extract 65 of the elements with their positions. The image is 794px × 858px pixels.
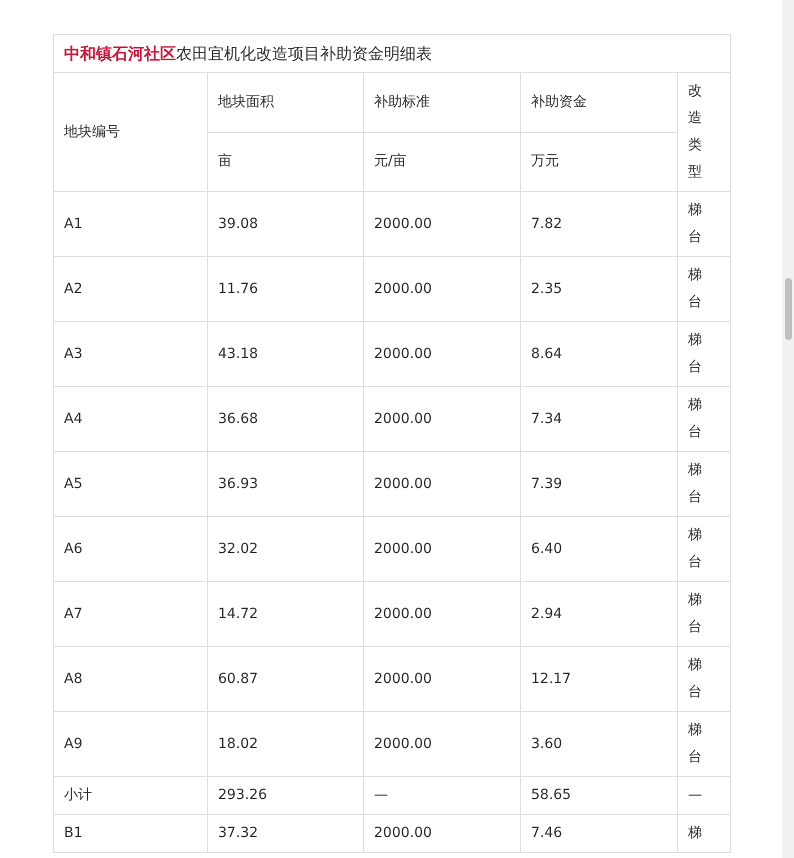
table-cell: 2000.00: [364, 582, 520, 646]
table-cell: A5: [54, 452, 208, 516]
table-cell: 梯台: [678, 516, 731, 582]
table-cell: 梯台: [678, 452, 731, 516]
table-cell: 7.34: [520, 386, 678, 452]
table-cell: 37.32: [208, 814, 364, 852]
table-cell: 2000.00: [364, 256, 520, 322]
column-header: 补助资金: [520, 72, 678, 132]
table-cell: 6.40: [520, 516, 678, 582]
table-cell: 60.87: [208, 646, 364, 712]
table-cell: A3: [54, 322, 208, 386]
table-cell: 梯台: [678, 582, 731, 646]
table-cell: A9: [54, 712, 208, 776]
table-cell: 梯: [678, 814, 731, 852]
table-cell: 7.46: [520, 814, 678, 852]
table-cell: 2000.00: [364, 192, 520, 256]
table-cell: B1: [54, 814, 208, 852]
column-header: 改造类型: [678, 72, 731, 192]
scrollbar-thumb[interactable]: [785, 278, 792, 340]
table-cell: 2000.00: [364, 452, 520, 516]
table-cell: A1: [54, 192, 208, 256]
table-cell: 梯台: [678, 646, 731, 712]
table-cell: 梯台: [678, 322, 731, 386]
table-cell: 7.39: [520, 452, 678, 516]
table-cell: 2000.00: [364, 646, 520, 712]
table-cell: 梯台: [678, 256, 731, 322]
table-cell: 11.76: [208, 256, 364, 322]
table-cell: A4: [54, 386, 208, 452]
table-cell: 梯台: [678, 386, 731, 452]
table-cell: 2000.00: [364, 386, 520, 452]
table-cell: 18.02: [208, 712, 364, 776]
table-cell: 36.93: [208, 452, 364, 516]
table-cell: 39.08: [208, 192, 364, 256]
table-cell: A8: [54, 646, 208, 712]
table-cell: —: [364, 776, 520, 814]
table-cell: 3.60: [520, 712, 678, 776]
table-cell: 8.64: [520, 322, 678, 386]
table-cell: 梯台: [678, 712, 731, 776]
table-cell: 梯台: [678, 192, 731, 256]
table-cell: 2000.00: [364, 516, 520, 582]
column-header: 补助标准: [364, 72, 520, 132]
table-cell: 2.94: [520, 582, 678, 646]
scrollbar[interactable]: [782, 0, 794, 858]
table-cell: A6: [54, 516, 208, 582]
column-header: 地块面积: [208, 72, 364, 132]
table-cell: 12.17: [520, 646, 678, 712]
unit-header: 元/亩: [364, 132, 520, 192]
table-cell: 7.82: [520, 192, 678, 256]
table-title: 中和镇石河社区农田宜机化改造项目补助资金明细表: [54, 34, 731, 72]
table-cell: 2.35: [520, 256, 678, 322]
table-cell: 36.68: [208, 386, 364, 452]
table-cell: 43.18: [208, 322, 364, 386]
table-cell: 58.65: [520, 776, 678, 814]
unit-header: 亩: [208, 132, 364, 192]
table-cell: 293.26: [208, 776, 364, 814]
table-cell: A2: [54, 256, 208, 322]
table-cell: A7: [54, 582, 208, 646]
table-cell: 2000.00: [364, 712, 520, 776]
table-cell: 32.02: [208, 516, 364, 582]
table-cell: 2000.00: [364, 814, 520, 852]
column-header: 地块编号: [54, 72, 208, 192]
table-cell: 14.72: [208, 582, 364, 646]
table-cell: 2000.00: [364, 322, 520, 386]
table-cell: —: [678, 776, 731, 814]
table-cell: 小计: [54, 776, 208, 814]
